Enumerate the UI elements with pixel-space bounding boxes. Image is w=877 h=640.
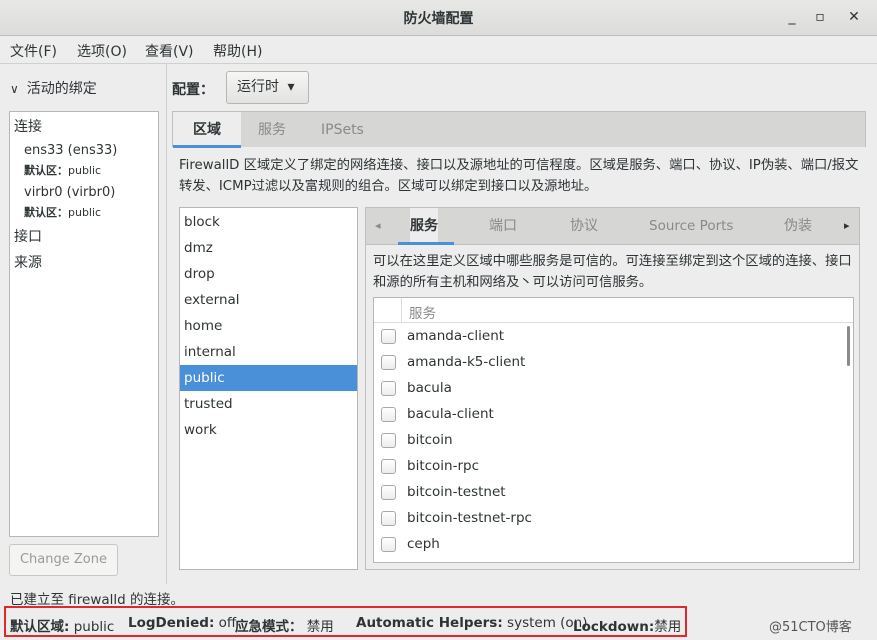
zone-item-drop[interactable]: drop: [180, 261, 357, 287]
active-bindings-label: 活动的绑定: [26, 81, 97, 97]
service-row: bitcoin-testnet-rpc: [374, 506, 844, 532]
service-checkbox[interactable]: [381, 329, 396, 344]
lockdown-status: Lockdown:禁用: [573, 619, 682, 635]
automatic-helpers-status: Automatic Helpers: system (on): [356, 615, 588, 631]
service-row: bitcoin-rpc: [374, 454, 844, 480]
service-row: bacula-client: [374, 402, 844, 428]
config-value: 运行时: [237, 79, 279, 95]
chevron-down-icon: ∨: [10, 82, 19, 96]
zone-list: block dmz drop external home internal pu…: [179, 207, 358, 570]
zone-item-block[interactable]: block: [180, 209, 357, 235]
service-name: ceph: [407, 536, 440, 552]
service-row: bitcoin-testnet: [374, 480, 844, 506]
services-list-header: 服务: [374, 298, 853, 323]
connections-label[interactable]: 连接: [14, 116, 42, 136]
change-zone-button[interactable]: Change Zone: [9, 544, 118, 576]
service-name: bacula-client: [407, 406, 494, 422]
service-name: bacula: [407, 380, 452, 396]
subtab-services[interactable]: 服务: [398, 208, 454, 245]
service-checkbox[interactable]: [381, 459, 396, 474]
scroll-right-icon[interactable]: ▸: [844, 208, 850, 244]
zone-item-home[interactable]: home: [180, 313, 357, 339]
service-name: bitcoin-rpc: [407, 458, 480, 474]
zone-item-trusted[interactable]: trusted: [180, 391, 357, 417]
pane-divider[interactable]: [166, 64, 167, 584]
zone-item-work[interactable]: work: [180, 417, 357, 443]
default-zone-status: 默认区域: public: [10, 619, 115, 635]
main-tabs: 区域 服务 IPSets: [172, 111, 866, 148]
service-row: bacula: [374, 376, 844, 402]
active-bindings-pane: ∨ 活动的绑定 连接 ens33 (ens33) 默认区：public virbr…: [0, 64, 166, 584]
services-scrollbar[interactable]: [847, 326, 850, 366]
subtab-source-ports[interactable]: Source Ports: [649, 208, 733, 244]
service-row: bitcoin: [374, 428, 844, 454]
zone-description: FirewallD 区域定义了绑定的网络连接、接口以及源地址的可信程度。区域是服…: [179, 158, 859, 194]
connection-virbr0-zone: 默认区：public: [24, 206, 102, 219]
service-row: amanda-client: [374, 324, 844, 350]
service-name: bitcoin: [407, 432, 453, 448]
subtab-protocols[interactable]: 协议: [570, 208, 598, 244]
menu-options[interactable]: 选项(O): [77, 41, 127, 61]
connection-ens33-zone: 默认区：public: [24, 164, 102, 177]
menu-file[interactable]: 文件(F): [10, 41, 57, 61]
service-name: amanda-k5-client: [407, 354, 526, 370]
zone-item-internal[interactable]: internal: [180, 339, 357, 365]
tab-services[interactable]: 服务: [258, 112, 286, 148]
service-checkbox[interactable]: [381, 511, 396, 526]
tab-zones[interactable]: 区域: [173, 112, 241, 148]
services-list: 服务 amanda-client amanda-k5-client bacula…: [373, 297, 854, 563]
maximize-icon[interactable]: ▫: [809, 6, 831, 28]
active-bindings-header[interactable]: ∨ 活动的绑定: [10, 78, 97, 98]
minimize-icon[interactable]: _: [781, 6, 803, 28]
service-name: bitcoin-testnet-rpc: [407, 510, 532, 526]
service-checkbox[interactable]: [381, 537, 396, 552]
tab-ipsets[interactable]: IPSets: [321, 112, 364, 148]
services-description: 可以在这里定义区域中哪些服务是可信的。可连接至绑定到这个区域的连接、接口和源的所…: [373, 254, 852, 290]
bindings-tree: 连接 ens33 (ens33) 默认区：public virbr0 (virb…: [9, 111, 159, 537]
zone-item-public[interactable]: public: [180, 365, 357, 391]
service-checkbox[interactable]: [381, 407, 396, 422]
service-checkbox[interactable]: [381, 381, 396, 396]
sources-label[interactable]: 来源: [14, 252, 42, 272]
scroll-left-icon[interactable]: ◂: [375, 208, 381, 244]
subtab-ports[interactable]: 端口: [489, 208, 517, 244]
zone-settings-pane: ◂ 服务 端口 协议 Source Ports 伪装 ▸ 可以在这里定义区域中哪…: [365, 207, 860, 570]
log-denied-status: LogDenied: off: [128, 615, 237, 631]
services-column-header[interactable]: 服务: [409, 302, 436, 322]
dropdown-arrow-icon: ▾: [287, 79, 295, 95]
service-checkbox[interactable]: [381, 355, 396, 370]
watermark: @51CTO博客: [769, 620, 852, 635]
panic-mode-status: 应急模式： 禁用: [235, 619, 334, 635]
zone-item-dmz[interactable]: dmz: [180, 235, 357, 261]
zone-sub-tabs: ◂ 服务 端口 协议 Source Ports 伪装 ▸: [366, 208, 859, 245]
service-row: ceph: [374, 532, 844, 558]
window-title: 防火墙配置: [403, 11, 474, 27]
status-bar: 默认区域: public LogDenied: off 应急模式： 禁用 Aut…: [4, 606, 687, 637]
service-checkbox[interactable]: [381, 433, 396, 448]
connection-ens33[interactable]: ens33 (ens33): [24, 143, 117, 158]
subtab-masquerade[interactable]: 伪装: [784, 208, 812, 244]
connection-virbr0[interactable]: virbr0 (virbr0): [24, 185, 115, 200]
config-dropdown[interactable]: 运行时 ▾: [226, 71, 309, 104]
service-row: amanda-k5-client: [374, 350, 844, 376]
service-name: amanda-client: [407, 328, 505, 344]
service-name: bitcoin-testnet: [407, 484, 506, 500]
menu-bar: 文件(F) 选项(O) 查看(V) 帮助(H): [0, 36, 877, 64]
close-icon[interactable]: ✕: [843, 6, 865, 28]
interfaces-label[interactable]: 接口: [14, 226, 42, 246]
zone-item-external[interactable]: external: [180, 287, 357, 313]
service-checkbox[interactable]: [381, 485, 396, 500]
title-bar: 防火墙配置 _ ▫ ✕: [0, 0, 877, 36]
connection-status: 已建立至 firewalld 的连接。: [10, 592, 185, 608]
menu-help[interactable]: 帮助(H): [213, 41, 262, 61]
config-label: 配置：: [172, 82, 214, 98]
menu-view[interactable]: 查看(V): [145, 41, 194, 61]
